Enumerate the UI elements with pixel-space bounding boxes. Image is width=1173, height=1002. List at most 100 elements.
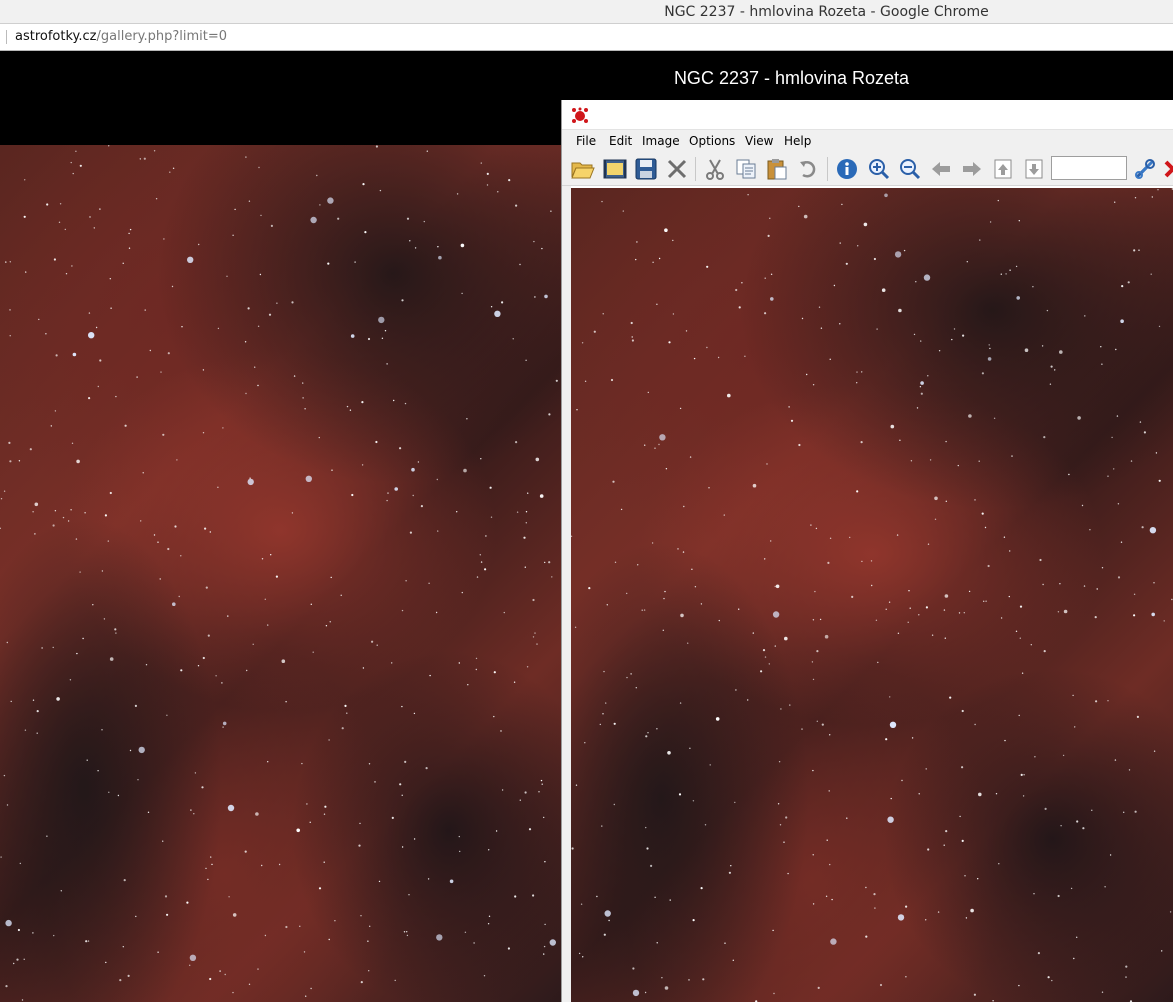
star [62,516,65,519]
gallery-photo[interactable] [0,145,561,1002]
url-field[interactable]: astrofotky.cz/gallery.php?limit=0 [15,29,227,44]
star [865,935,868,938]
menu-file[interactable]: File [576,134,596,148]
star [135,915,137,918]
zoom-in-icon [869,159,890,180]
star [658,257,661,260]
star [905,905,908,908]
star [775,584,780,589]
star [1121,285,1124,288]
star [1044,807,1047,811]
star [920,340,922,342]
menu-edit[interactable]: Edit [609,134,632,148]
paste-button[interactable] [764,156,790,182]
star [159,578,161,580]
address-bar[interactable]: astrofotky.cz/gallery.php?limit=0 [0,24,1173,51]
star [426,150,428,152]
star [861,371,863,373]
star [23,215,26,218]
menu-view[interactable]: View [745,134,773,148]
star [764,656,767,658]
star [779,824,782,826]
star [386,363,388,365]
browser-title-bar: NGC 2237 - hmlovina Rozeta - Google Chro… [0,0,1173,24]
star [328,938,330,941]
star [264,598,266,600]
viewer-image-canvas[interactable] [571,188,1173,1002]
star [985,600,987,602]
delete-button[interactable] [664,156,690,182]
star [399,447,402,450]
star [672,313,675,315]
star [1059,583,1061,585]
star [772,611,780,618]
page-down-button[interactable] [1021,156,1047,182]
star [72,172,74,175]
star [856,490,859,493]
menu-help[interactable]: Help [784,134,811,148]
star [532,636,535,638]
star [544,294,548,299]
info-button[interactable] [834,156,860,182]
star [918,614,920,616]
star [656,728,658,730]
star [1151,612,1155,617]
next-button[interactable] [959,156,985,182]
slideshow-button[interactable] [602,156,628,182]
star [961,766,964,769]
star [9,261,11,263]
star [992,1000,994,1002]
star [884,193,888,198]
star [115,395,117,398]
star [949,696,952,699]
info-icon [837,159,857,179]
star [1063,609,1068,614]
zoom-value-input[interactable] [1051,156,1127,180]
star [198,243,200,246]
viewer-title-bar[interactable] [562,100,1173,129]
star [747,194,749,196]
star [119,979,122,982]
star [10,700,12,703]
menu-image[interactable]: Image [642,134,680,148]
star [772,929,774,932]
cut-button[interactable] [702,156,728,182]
exit-button[interactable] [1160,156,1173,182]
star [1133,249,1136,252]
star [59,203,62,205]
star [973,993,976,996]
star [461,292,463,295]
star [109,491,112,495]
star [406,934,409,937]
zoom-in-button[interactable] [866,156,892,182]
star [656,303,658,305]
settings-button[interactable] [1132,156,1158,182]
star [480,162,482,164]
zoom-out-button[interactable] [897,156,923,182]
save-button[interactable] [633,156,659,182]
star [53,258,57,261]
next-icon [963,162,981,176]
star [260,214,262,217]
star [957,464,959,467]
star [620,508,623,511]
star [129,228,132,231]
previous-button[interactable] [928,156,954,182]
star [312,651,314,653]
undo-button[interactable] [795,156,821,182]
star [323,813,326,815]
copy-button[interactable] [733,156,759,182]
star [147,811,150,813]
star [787,872,789,875]
star [1107,475,1109,477]
star [1117,503,1120,505]
star [654,447,656,449]
star [970,908,974,913]
star [1101,567,1104,569]
star [548,413,551,416]
menu-options[interactable]: Options [689,134,735,148]
open-button[interactable] [570,156,596,182]
star [846,817,848,819]
page-up-button[interactable] [990,156,1016,182]
star [920,381,924,385]
